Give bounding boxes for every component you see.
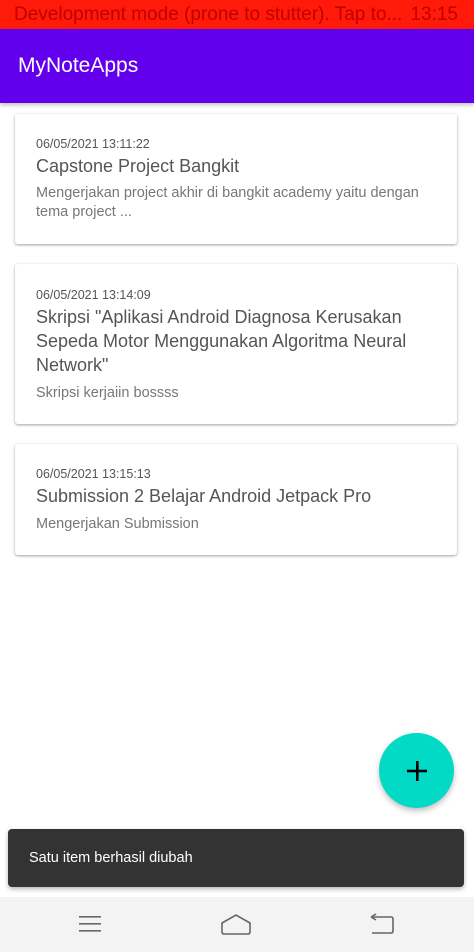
system-navigation-bar	[0, 897, 474, 952]
note-description: Mengerjakan project akhir di bangkit aca…	[36, 185, 419, 220]
plus-icon	[406, 760, 427, 781]
snackbar: Satu item berhasil diubah	[8, 829, 464, 887]
app-title: MyNoteApps	[18, 54, 139, 77]
back-icon	[370, 913, 394, 934]
note-card[interactable]: 06/05/2021 13:15:13 Submission 2 Belajar…	[15, 444, 457, 555]
note-date: 06/05/2021 13:11:22	[36, 137, 150, 151]
dev-mode-banner[interactable]: Development mode (prone to stutter). Tap…	[0, 0, 474, 29]
note-card[interactable]: 06/05/2021 13:11:22 Capstone Project Ban…	[15, 114, 457, 244]
home-icon	[221, 914, 251, 935]
note-description: Skripsi kerjaiin bossss	[36, 385, 179, 401]
menu-button[interactable]	[73, 909, 107, 939]
menu-icon	[79, 916, 101, 932]
app-bar: MyNoteApps	[0, 29, 474, 103]
note-title: Skripsi "Aplikasi Android Diagnosa Kerus…	[36, 307, 407, 375]
note-card[interactable]: 06/05/2021 13:14:09 Skripsi "Aplikasi An…	[15, 264, 457, 424]
snackbar-message: Satu item berhasil diubah	[29, 850, 193, 866]
note-date: 06/05/2021 13:15:13	[36, 467, 151, 481]
note-description: Mengerjakan Submission	[36, 516, 199, 532]
note-title: Submission 2 Belajar Android Jetpack Pro	[36, 486, 372, 506]
note-date: 06/05/2021 13:14:09	[36, 288, 151, 302]
status-time: 13:15	[406, 0, 458, 29]
home-button[interactable]	[219, 909, 253, 939]
back-button[interactable]	[364, 909, 398, 939]
add-note-button[interactable]	[379, 733, 454, 808]
dev-mode-message: Development mode (prone to stutter). Tap…	[14, 4, 403, 25]
note-title: Capstone Project Bangkit	[36, 156, 240, 176]
